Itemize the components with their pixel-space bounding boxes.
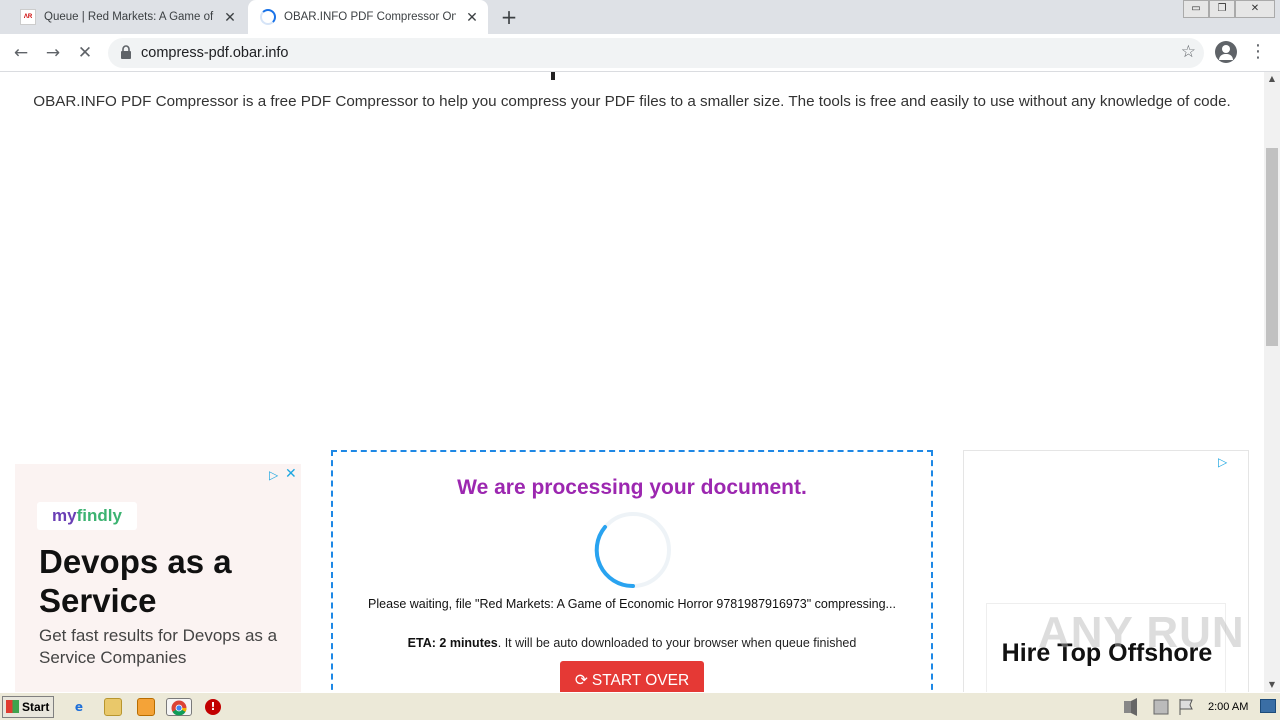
lock-icon[interactable] — [120, 45, 132, 59]
show-desktop-icon[interactable] — [1260, 699, 1276, 713]
tab-strip: ΛR Queue | Red Markets: A Game of Ec ✕ O… — [0, 0, 1280, 34]
browser-menu-icon[interactable]: ⋮ — [1248, 40, 1268, 64]
loading-spinner-icon — [594, 512, 671, 589]
tab-close-icon[interactable]: ✕ — [464, 9, 480, 25]
ad-left[interactable]: ▷ ✕ myfindly Devops as a Service Get fas… — [15, 464, 301, 692]
page-viewport: OBAR.INFO PDF Compressor is a free PDF C… — [0, 72, 1264, 692]
processing-panel: We are processing your document. Please … — [331, 450, 933, 692]
tab-queue-red-markets[interactable]: ΛR Queue | Red Markets: A Game of Ec ✕ — [8, 0, 246, 34]
vertical-scrollbar[interactable]: ▲ ▼ — [1264, 72, 1280, 692]
loading-spinner-icon — [260, 9, 276, 25]
back-button[interactable]: ← — [8, 40, 34, 66]
text-cursor-mark — [551, 72, 555, 80]
ie-icon[interactable]: e — [70, 698, 88, 716]
refresh-icon: ⟳ — [574, 672, 588, 689]
tab-title: OBAR.INFO PDF Compressor Online — [284, 11, 456, 23]
ad-headline[interactable]: Devops as a Service — [39, 542, 289, 620]
intro-text: OBAR.INFO PDF Compressor is a free PDF C… — [33, 93, 1231, 110]
start-over-label: START OVER — [591, 672, 690, 689]
bookmark-star-icon[interactable]: ☆ — [1181, 42, 1196, 62]
windows-logo-icon — [6, 700, 19, 713]
opera-icon[interactable]: ! — [205, 699, 221, 715]
ad-subtext[interactable]: Get fast results for Devops as a Service… — [39, 625, 279, 669]
anyrun-watermark: ANY RUN — [1038, 608, 1245, 657]
processing-eta: ETA: 2 minutes. It will be auto download… — [333, 636, 931, 650]
tab-close-icon[interactable]: ✕ — [222, 9, 238, 25]
url-text[interactable]: compress-pdf.obar.info — [141, 45, 289, 61]
brand-prefix: my — [52, 506, 77, 525]
tab-title: Queue | Red Markets: A Game of Ec — [44, 11, 214, 23]
start-label: Start — [22, 700, 50, 714]
start-button[interactable]: Start — [2, 696, 54, 718]
browser-toolbar: ← → ✕ compress-pdf.obar.info ☆ — [0, 34, 1280, 72]
eta-rest: . It will be auto downloaded to your bro… — [497, 636, 857, 650]
system-tray — [1120, 696, 1280, 718]
chrome-taskbar-icon[interactable] — [166, 698, 192, 716]
rm-favicon-icon: ΛR — [20, 9, 36, 25]
processing-title: We are processing your document. — [457, 476, 807, 499]
new-tab-button[interactable]: + — [498, 6, 520, 28]
scrollbar-thumb[interactable] — [1266, 148, 1278, 346]
minimize-button[interactable]: ▭ — [1183, 0, 1209, 18]
taskbar-clock: 2:00 AM — [1208, 701, 1249, 713]
explorer-folder-icon[interactable] — [104, 698, 122, 716]
address-bar[interactable]: compress-pdf.obar.info ☆ — [108, 38, 1204, 68]
windows-taskbar: Start e ! 2:00 AM — [0, 692, 1280, 720]
stop-button[interactable]: ✕ — [72, 40, 98, 66]
ad-choices-icon[interactable]: ▷ — [269, 468, 278, 482]
forward-button[interactable]: → — [40, 40, 66, 66]
close-window-button[interactable]: ✕ — [1235, 0, 1275, 18]
start-over-button[interactable]: ⟳ START OVER — [560, 661, 704, 692]
restore-button[interactable]: ❐ — [1209, 0, 1235, 18]
tab-obar-pdf-compressor[interactable]: OBAR.INFO PDF Compressor Online ✕ — [248, 0, 488, 34]
eta-value: 2 minutes — [439, 636, 498, 650]
processing-file-text: Please waiting, file "Red Markets: A Gam… — [368, 597, 896, 611]
scroll-down-arrow-icon[interactable]: ▼ — [1264, 678, 1280, 692]
media-player-icon[interactable] — [137, 698, 155, 716]
ad-choices-icon[interactable]: ▷ — [1218, 455, 1227, 469]
scroll-up-arrow-icon[interactable]: ▲ — [1264, 72, 1280, 86]
eta-label: ETA: — [407, 636, 436, 650]
chrome-icon — [171, 700, 187, 716]
brand-suffix: findly — [76, 506, 122, 525]
ad-brand-logo[interactable]: myfindly — [37, 502, 137, 530]
ad-close-icon[interactable]: ✕ — [285, 466, 297, 482]
account-avatar-icon[interactable] — [1215, 41, 1237, 63]
tray-icons[interactable] — [1120, 696, 1200, 718]
